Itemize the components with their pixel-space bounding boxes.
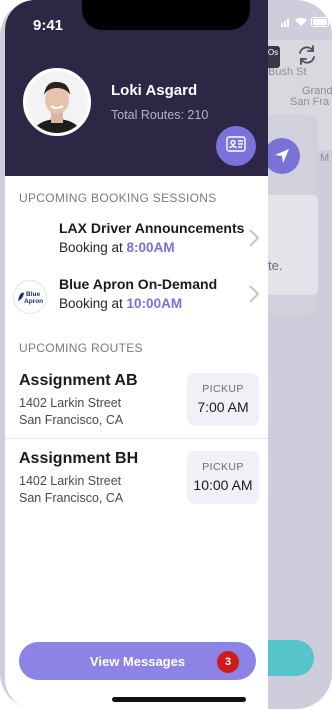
- avatar[interactable]: [23, 68, 91, 136]
- session-time: Booking at 10:00AM: [59, 296, 183, 311]
- pickup-time: 7:00 AM: [197, 399, 249, 415]
- id-card-button[interactable]: [216, 126, 256, 166]
- svg-text:Apron: Apron: [24, 298, 43, 305]
- user-name: Loki Asgard: [111, 82, 198, 99]
- background-action-button[interactable]: [262, 640, 314, 676]
- chevron-right-icon: [247, 228, 261, 248]
- session-time: Booking at 8:00AM: [59, 240, 175, 255]
- chevron-right-icon: [247, 284, 261, 304]
- svg-text:Blue: Blue: [26, 291, 40, 298]
- locate-icon[interactable]: [264, 138, 300, 174]
- session-title: Blue Apron On-Demand: [59, 276, 218, 292]
- notch: [82, 0, 250, 30]
- booking-session-item[interactable]: Blue Apron Blue Apron On-Demand Booking …: [5, 270, 268, 320]
- pickup-time: 10:00 AM: [193, 477, 253, 493]
- wifi-icon: [294, 14, 308, 32]
- background-snippet: te.: [268, 258, 283, 273]
- street-label: San Fra: [290, 96, 330, 108]
- status-icons: [281, 14, 331, 32]
- background-card-content: [262, 195, 318, 295]
- route-address-line2: San Francisco, CA: [19, 491, 124, 505]
- signal-icon: [281, 14, 291, 32]
- divider: [5, 438, 268, 439]
- street-label: M: [320, 152, 330, 164]
- route-address-line1: 1402 Larkin Street: [19, 474, 122, 488]
- total-routes: Total Routes: 210: [111, 108, 209, 122]
- blue-apron-logo: Blue Apron: [13, 280, 47, 314]
- home-indicator[interactable]: [112, 697, 246, 702]
- pickup-box: PICKUP 10:00 AM: [187, 451, 259, 504]
- route-item[interactable]: Assignment BH 1402 Larkin Street San Fra…: [5, 450, 268, 516]
- route-title: Assignment AB: [19, 372, 138, 389]
- booking-section-title: UPCOMING BOOKING SESSIONS: [19, 191, 217, 205]
- route-address-line2: San Francisco, CA: [19, 413, 124, 427]
- map-pin-icon: Os: [266, 46, 280, 68]
- route-item[interactable]: Assignment AB 1402 Larkin Street San Fra…: [5, 372, 268, 438]
- id-card-icon: [226, 135, 246, 157]
- route-address-line1: 1402 Larkin Street: [19, 396, 122, 410]
- status-time: 9:41: [33, 17, 64, 34]
- side-drawer: Loki Asgard Total Routes: 210 UPCOMING B…: [5, 0, 268, 709]
- routes-section-title: UPCOMING ROUTES: [19, 341, 143, 355]
- pickup-box: PICKUP 7:00 AM: [187, 373, 259, 426]
- route-title: Assignment BH: [19, 450, 139, 467]
- pickup-label: PICKUP: [202, 461, 244, 473]
- booking-session-item[interactable]: LAX Driver Announcements Booking at 8:00…: [5, 214, 268, 264]
- session-title: LAX Driver Announcements: [59, 220, 245, 236]
- view-messages-label: View Messages: [89, 653, 186, 669]
- message-count-badge: 3: [217, 651, 239, 673]
- refresh-icon[interactable]: [296, 44, 318, 66]
- battery-icon: [311, 14, 331, 32]
- pickup-label: PICKUP: [202, 383, 244, 395]
